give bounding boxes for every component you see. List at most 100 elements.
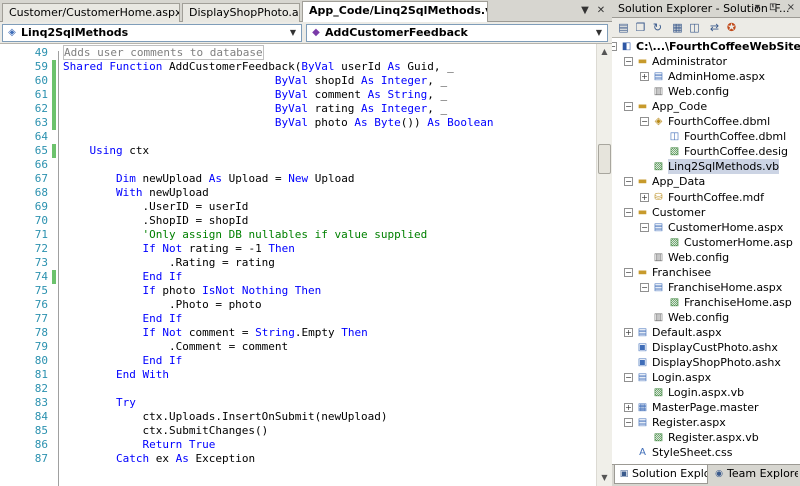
- properties-icon[interactable]: ▤: [616, 21, 631, 35]
- close-icon[interactable]: ✕: [594, 4, 608, 18]
- refresh-icon[interactable]: ↻: [650, 21, 665, 35]
- tree-node[interactable]: − ▬ Customer: [612, 205, 800, 220]
- code-line[interactable]: 83 Try: [0, 396, 596, 410]
- tree-node[interactable]: − ▬ App_Code: [612, 99, 800, 114]
- tree-node[interactable]: + ▤ AdminHome.aspx: [612, 69, 800, 84]
- code-line[interactable]: 59 Shared Function AddCustomerFeedback(By…: [0, 60, 596, 74]
- code-line[interactable]: 65 Using ctx: [0, 144, 596, 158]
- tab-team-explorer[interactable]: ◉ Team Explorer: [710, 465, 798, 484]
- class-name-dropdown[interactable]: ◈ Linq2SqlMethods ▼: [2, 24, 302, 42]
- tree-node[interactable]: + ▦ MasterPage.master: [612, 400, 800, 415]
- collapse-icon[interactable]: −: [624, 102, 633, 112]
- panel-window-buttons[interactable]: ▾ ⊡ ×: [755, 2, 798, 13]
- tree-node[interactable]: ▧ Linq2SqlMethods.vb: [612, 159, 800, 175]
- code-text-area[interactable]: 49 Adds user comments to database 59 Shared…: [0, 44, 596, 486]
- tree-node[interactable]: ▧ FranchiseHome.asp: [612, 295, 800, 310]
- tree-node[interactable]: ◫ FourthCoffee.dbml: [612, 129, 800, 144]
- code-line[interactable]: 87 Catch ex As Exception: [0, 452, 596, 466]
- vertical-scrollbar[interactable]: ▲ ▼: [596, 44, 612, 486]
- code-line[interactable]: 68 With newUpload: [0, 186, 596, 200]
- expand-icon[interactable]: +: [640, 72, 649, 82]
- code-line[interactable]: 61 ByVal comment As String, _: [0, 88, 596, 102]
- code-line[interactable]: 67 Dim newUpload As Upload = New Upload: [0, 172, 596, 186]
- tree-node[interactable]: + ⛁ FourthCoffee.mdf: [612, 190, 800, 205]
- expand-icon[interactable]: +: [624, 327, 633, 337]
- tree-node[interactable]: − ◈ FourthCoffee.dbml: [612, 114, 800, 129]
- tree-node[interactable]: − ▤ Login.aspx: [612, 370, 800, 385]
- code-line[interactable]: 69 .UserID = userId: [0, 200, 596, 214]
- chevron-down-icon[interactable]: ▼: [578, 4, 592, 18]
- code-line[interactable]: 82: [0, 382, 596, 396]
- tree-node[interactable]: − ▤ FranchiseHome.aspx: [612, 280, 800, 295]
- scroll-up-icon[interactable]: ▲: [597, 44, 612, 59]
- code-line[interactable]: 72 If Not rating = -1 Then: [0, 242, 596, 256]
- code-line[interactable]: 86 Return True: [0, 438, 596, 452]
- code-line[interactable]: 84 ctx.Uploads.InsertOnSubmit(newUpload): [0, 410, 596, 424]
- collapse-icon[interactable]: −: [624, 207, 633, 217]
- view-code-icon[interactable]: ▦: [670, 21, 685, 35]
- collapse-icon[interactable]: −: [640, 222, 649, 232]
- solution-explorer-toolbar: ▤ ❐ ↻ ▦ ◫ ⇄ ✪: [612, 18, 800, 38]
- collapse-icon[interactable]: −: [624, 373, 633, 383]
- code-line[interactable]: 80 End If: [0, 354, 596, 368]
- tree-node[interactable]: ▣ DisplayShopPhoto.ashx: [612, 355, 800, 370]
- copy-website-icon[interactable]: ⇄: [707, 21, 722, 35]
- method-name-dropdown[interactable]: ◆ AddCustomerFeedback ▼: [306, 24, 608, 42]
- code-text: Adds user comments to database: [63, 45, 264, 60]
- tab-customerhome-vb[interactable]: Customer/CustomerHome.aspx.vb: [2, 3, 180, 22]
- tree-node[interactable]: − ◧ C:\...\FourthCoffeeWebSite\: [612, 39, 800, 54]
- code-line[interactable]: 71 'Only assign DB nullables if value su…: [0, 228, 596, 242]
- code-line[interactable]: 64: [0, 130, 596, 144]
- tree-node[interactable]: ▥ Web.config: [612, 84, 800, 99]
- tree-node[interactable]: ▣ DisplayCustPhoto.ashx: [612, 340, 800, 355]
- code-line[interactable]: 60 ByVal shopId As Integer, _: [0, 74, 596, 88]
- tree-node[interactable]: A StyleSheet.css: [612, 445, 800, 460]
- expand-icon[interactable]: +: [624, 403, 633, 413]
- tree-node[interactable]: ▥ Web.config: [612, 250, 800, 265]
- tree-node-label: DisplayCustPhoto.ashx: [652, 341, 778, 354]
- collapse-icon[interactable]: −: [640, 117, 649, 127]
- code-line[interactable]: 63 ByVal photo As Byte()) As Boolean: [0, 116, 596, 130]
- code-line[interactable]: 70 .ShopID = shopId: [0, 214, 596, 228]
- show-all-files-icon[interactable]: ❐: [633, 21, 648, 35]
- tree-node[interactable]: ▧ Register.aspx.vb: [612, 430, 800, 445]
- tree-node[interactable]: − ▬ App_Data: [612, 174, 800, 189]
- view-designer-icon[interactable]: ◫: [687, 21, 702, 35]
- collapse-icon[interactable]: −: [624, 57, 633, 67]
- code-line[interactable]: 85 ctx.SubmitChanges(): [0, 424, 596, 438]
- tab-solution-explorer[interactable]: ▣ Solution Explorer: [614, 465, 708, 484]
- tree-node[interactable]: − ▬ Franchisee: [612, 265, 800, 280]
- code-line[interactable]: 75 If photo IsNot Nothing Then: [0, 284, 596, 298]
- code-line[interactable]: 76 .Photo = photo: [0, 298, 596, 312]
- expand-icon[interactable]: +: [640, 192, 649, 202]
- code-line[interactable]: 77 End If: [0, 312, 596, 326]
- code-line[interactable]: 66: [0, 158, 596, 172]
- collapse-icon[interactable]: −: [624, 267, 633, 277]
- tree-node[interactable]: − ▤ CustomerHome.aspx: [612, 220, 800, 235]
- scroll-down-icon[interactable]: ▼: [597, 470, 612, 485]
- tab-linq2sqlmethods[interactable]: App_Code/Linq2SqlMethods.vb: [302, 1, 488, 22]
- tab-displayshopphoto[interactable]: DisplayShopPhoto.ashx: [182, 3, 300, 22]
- code-line[interactable]: 49 Adds user comments to database: [0, 45, 596, 60]
- collapse-icon[interactable]: −: [640, 282, 649, 292]
- code-line[interactable]: 81 End With: [0, 368, 596, 382]
- tree-node-label: FourthCoffee.dbml: [684, 130, 787, 144]
- aspnet-config-icon[interactable]: ✪: [724, 21, 739, 35]
- tree-node[interactable]: − ▤ Register.aspx: [612, 415, 800, 430]
- collapse-icon[interactable]: −: [612, 42, 617, 51]
- code-line[interactable]: 73 .Rating = rating: [0, 256, 596, 270]
- code-line[interactable]: 79 .Comment = comment: [0, 340, 596, 354]
- code-line[interactable]: 78 If Not comment = String.Empty Then: [0, 326, 596, 340]
- collapse-icon[interactable]: −: [624, 177, 633, 187]
- tree-node[interactable]: ▧ Login.aspx.vb: [612, 385, 800, 400]
- code-line[interactable]: 74 End If: [0, 270, 596, 284]
- tree-node[interactable]: − ▬ Administrator: [612, 54, 800, 69]
- scroll-thumb[interactable]: [598, 144, 611, 174]
- tree-node[interactable]: ▥ Web.config: [612, 310, 800, 325]
- handler-icon: ▣: [637, 357, 648, 369]
- tree-node[interactable]: + ▤ Default.aspx: [612, 325, 800, 340]
- tree-node[interactable]: ▧ FourthCoffee.desig: [612, 144, 800, 159]
- tree-node[interactable]: ▧ CustomerHome.asp: [612, 235, 800, 250]
- collapse-icon[interactable]: −: [624, 418, 633, 428]
- code-line[interactable]: 62 ByVal rating As Integer, _: [0, 102, 596, 116]
